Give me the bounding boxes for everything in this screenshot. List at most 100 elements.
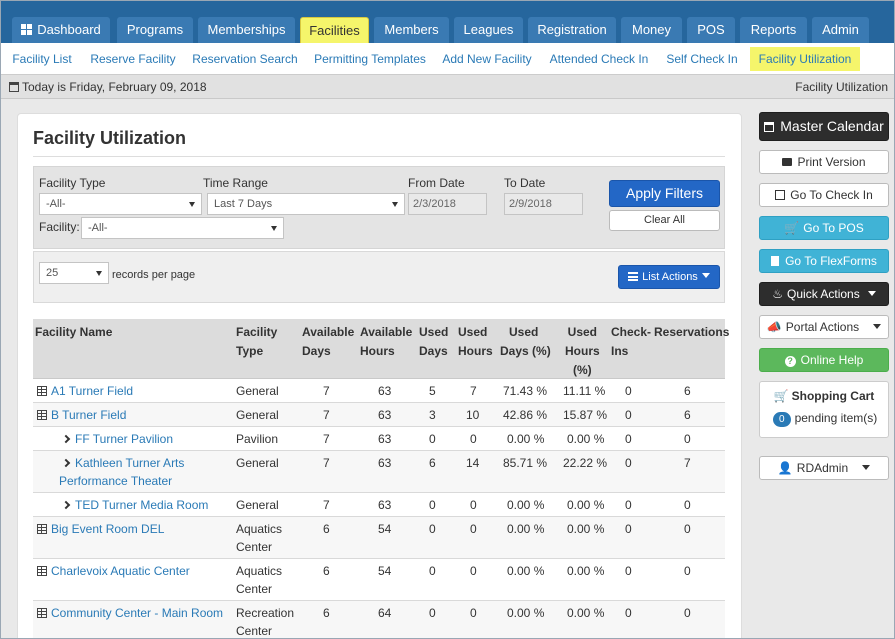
used-days-pct-cell: 0.00 % (507, 498, 545, 512)
user-icon: 👤 (777, 461, 793, 475)
shopping-cart-box[interactable]: 🛒 Shopping Cart 0 pending item(s) (759, 381, 889, 438)
sub-nav: Facility List Reserve Facility Reservati… (1, 43, 894, 75)
subnav-permitting-templates[interactable]: Permitting Templates (312, 47, 428, 71)
tab-reports[interactable]: Reports (740, 17, 807, 43)
tab-programs[interactable]: Programs (117, 17, 193, 43)
facility-type-cell: General (236, 408, 279, 422)
go-to-flexforms-button[interactable]: Go To FlexForms (759, 249, 889, 273)
filter-panel: Facility Type -All- Time Range Last 7 Da… (33, 166, 725, 249)
table-row: Community Center - Main Room Recreation … (33, 601, 725, 638)
tab-members[interactable]: Members (374, 17, 449, 43)
apply-filters-button[interactable]: Apply Filters (609, 180, 720, 207)
app-window: Dashboard Programs Memberships Facilitie… (0, 0, 895, 639)
facility-link[interactable]: FF Turner Pavilion (75, 432, 173, 446)
subnav-reserve-facility[interactable]: Reserve Facility (87, 47, 179, 71)
tab-facilities[interactable]: Facilities (300, 17, 369, 43)
used-hours-cell: 0 (470, 432, 477, 446)
subnav-facility-utilization[interactable]: Facility Utilization (750, 47, 860, 71)
used-hours-cell: 7 (470, 384, 477, 398)
col-check-ins[interactable]: Check- Ins (611, 323, 651, 361)
subnav-self-check-in[interactable]: Self Check In (663, 47, 741, 71)
bullhorn-icon: 📣 (766, 320, 782, 334)
col-used-hours-pct[interactable]: Used Hours (%) (565, 323, 600, 380)
subnav-add-new-facility[interactable]: Add New Facility (440, 47, 534, 71)
list-actions-button[interactable]: List Actions (618, 265, 720, 289)
facility-link[interactable]: Big Event Room DEL (51, 522, 164, 536)
cart-count-badge: 0 (773, 412, 791, 427)
used-days-cell: 0 (429, 564, 436, 578)
facility-link-continued[interactable]: Performance Theater (59, 472, 172, 490)
facility-link[interactable]: TED Turner Media Room (75, 498, 208, 512)
tab-money[interactable]: Money (621, 17, 682, 43)
tab-leagues[interactable]: Leagues (454, 17, 523, 43)
used-days-pct-cell: 0.00 % (507, 564, 545, 578)
col-used-hours[interactable]: Used Hours (458, 323, 493, 361)
facility-link[interactable]: Charlevoix Aquatic Center (51, 564, 190, 578)
go-to-check-in-button[interactable]: Go To Check In (759, 183, 889, 207)
user-menu-button[interactable]: 👤 RDAdmin (759, 456, 889, 480)
used-hours-cell: 0 (470, 564, 477, 578)
tab-registration[interactable]: Registration (528, 17, 616, 43)
print-version-button[interactable]: Print Version (759, 150, 889, 174)
chevron-right-icon (61, 434, 71, 444)
reservations-cell: 0 (684, 564, 691, 578)
quick-actions-button[interactable]: ♨ Quick Actions (759, 282, 889, 306)
available-days-cell: 6 (323, 564, 330, 578)
subnav-facility-list[interactable]: Facility List (7, 47, 77, 71)
check-ins-cell: 0 (625, 498, 632, 512)
table-row: Big Event Room DEL Aquatics Center 6 54 … (33, 517, 725, 559)
tab-admin[interactable]: Admin (812, 17, 869, 43)
facility-type-cell-continued: Center (236, 540, 273, 554)
records-per-page-label: records per page (112, 269, 196, 281)
used-hours-cell: 0 (470, 606, 477, 620)
portal-actions-button[interactable]: 📣 Portal Actions (759, 315, 889, 339)
used-hours-cell: 0 (470, 522, 477, 536)
today-text: Today is Friday, February 09, 2018 (22, 80, 207, 94)
table-row: A1 Turner Field General 7 63 5 7 71.43 %… (33, 379, 725, 403)
col-reservations[interactable]: Reservations (654, 323, 729, 342)
col-available-days[interactable]: Available Days (302, 323, 354, 361)
caret-down-icon (701, 273, 710, 278)
col-used-days-pct[interactable]: Used Days (%) (500, 323, 551, 361)
facility-type-cell-continued: Center (236, 624, 273, 638)
clear-all-button[interactable]: Clear All (609, 210, 720, 231)
facility-link[interactable]: Community Center - Main Room (51, 606, 223, 620)
used-days-cell: 0 (429, 498, 436, 512)
check-ins-cell: 0 (625, 384, 632, 398)
tab-pos[interactable]: POS (687, 17, 735, 43)
facility-link[interactable]: Kathleen Turner Arts (75, 456, 184, 470)
available-days-cell: 7 (323, 432, 330, 446)
online-help-button[interactable]: ? Online Help (759, 348, 889, 372)
check-ins-cell: 0 (625, 432, 632, 446)
records-per-page-select[interactable]: 25 (39, 262, 109, 284)
tab-dashboard[interactable]: Dashboard (12, 17, 110, 43)
from-date-input[interactable]: 2/3/2018 (408, 193, 487, 215)
main-panel: Facility Utilization Facility Type -All-… (17, 113, 742, 638)
to-date-input[interactable]: 2/9/2018 (504, 193, 583, 215)
col-used-days[interactable]: Used Days (419, 323, 448, 361)
go-to-pos-button[interactable]: 🛒 Go To POS (759, 216, 889, 240)
subnav-attended-check-in[interactable]: Attended Check In (546, 47, 652, 71)
facility-type-cell: General (236, 498, 279, 512)
master-calendar-button[interactable]: Master Calendar (759, 112, 889, 141)
facility-type-select[interactable]: -All- (39, 193, 202, 215)
available-days-cell: 7 (323, 498, 330, 512)
caret-down-icon (867, 291, 876, 296)
time-range-select[interactable]: Last 7 Days (207, 193, 405, 215)
file-icon (771, 256, 780, 266)
facility-select[interactable]: -All- (81, 217, 284, 239)
col-facility-name[interactable]: Facility Name (35, 323, 112, 342)
facility-link[interactable]: B Turner Field (51, 408, 126, 422)
used-hours-pct-cell: 22.22 % (563, 456, 608, 470)
used-hours-cell: 14 (466, 456, 480, 470)
facility-type-cell: Pavilion (236, 432, 279, 446)
tab-memberships[interactable]: Memberships (198, 17, 295, 43)
subnav-reservation-search[interactable]: Reservation Search (190, 47, 300, 71)
col-available-hours[interactable]: Available Hours (360, 323, 412, 361)
available-days-cell: 6 (323, 606, 330, 620)
col-facility-type[interactable]: Facility Type (236, 323, 277, 361)
title-divider (33, 156, 725, 157)
available-hours-cell: 63 (378, 498, 392, 512)
grid-icon (37, 386, 47, 396)
facility-link[interactable]: A1 Turner Field (51, 384, 133, 398)
